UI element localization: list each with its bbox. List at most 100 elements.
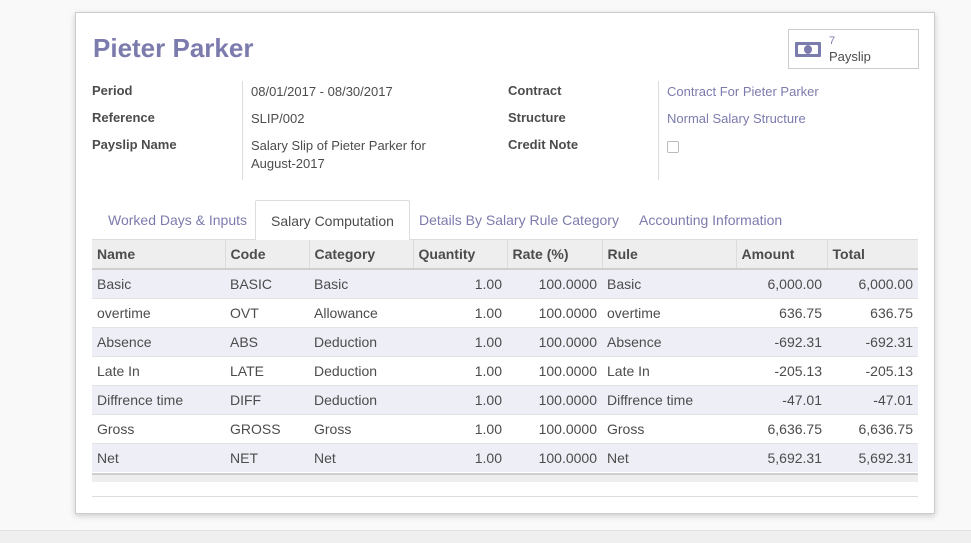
cell-total: 636.75 (827, 297, 918, 327)
cell-rate: 100.0000 (507, 268, 602, 298)
payslip-count-button[interactable]: 7 Payslip (788, 29, 919, 69)
cell-amount: -205.13 (736, 355, 827, 385)
cell-amount: 5,692.31 (736, 442, 827, 472)
cell-code: LATE (225, 355, 309, 385)
column-header-quantity[interactable]: Quantity (413, 240, 508, 270)
structure-label: Structure (508, 110, 566, 125)
cell-amount: 636.75 (736, 297, 827, 327)
cell-total: 6,000.00 (827, 268, 918, 298)
table-row[interactable]: Basic BASIC Basic 1.00 100.0000 Basic 6,000.00… (92, 268, 918, 298)
tab-accounting-information[interactable]: Accounting Information (639, 200, 782, 240)
cell-total: -205.13 (827, 355, 918, 385)
cell-quantity: 1.00 (413, 442, 507, 472)
cell-quantity: 1.00 (413, 268, 507, 298)
cell-rate: 100.0000 (507, 442, 602, 472)
notebook-tabs: Worked Days & Inputs Salary Computation … (92, 200, 918, 241)
cell-quantity: 1.00 (413, 413, 507, 443)
cell-rule: Late In (602, 355, 736, 385)
field-separator-right (658, 81, 659, 180)
tab-worked-days-inputs[interactable]: Worked Days & Inputs (108, 200, 247, 240)
cell-quantity: 1.00 (413, 326, 507, 356)
cell-name: Net (92, 442, 225, 472)
cell-rate: 100.0000 (507, 355, 602, 385)
cell-quantity: 1.00 (413, 384, 507, 414)
cell-category: Allowance (309, 297, 413, 327)
column-header-name[interactable]: Name (92, 240, 226, 270)
cell-category: Gross (309, 413, 413, 443)
cell-name: Basic (92, 268, 225, 298)
column-header-category[interactable]: Category (309, 240, 414, 270)
cell-rule: Basic (602, 268, 736, 298)
cell-total: 5,692.31 (827, 442, 918, 472)
cell-category: Deduction (309, 355, 413, 385)
payslip-count-label: Payslip (829, 49, 871, 64)
cell-quantity: 1.00 (413, 297, 507, 327)
payslip-name-label: Payslip Name (92, 137, 177, 152)
bottom-strip (0, 530, 971, 543)
cell-rule: Absence (602, 326, 736, 356)
cell-rule: Net (602, 442, 736, 472)
cell-code: ABS (225, 326, 309, 356)
cell-name: overtime (92, 297, 225, 327)
column-header-rule[interactable]: Rule (602, 240, 737, 270)
column-header-rate[interactable]: Rate (%) (507, 240, 603, 270)
table-row[interactable]: Late In LATE Deduction 1.00 100.0000 Late In -… (92, 355, 918, 385)
credit-note-checkbox[interactable] (667, 141, 679, 153)
table-row[interactable]: Net NET Net 1.00 100.0000 Net 5,692.31 5,692.31 (92, 442, 918, 472)
payslip-name-value-line1: Salary Slip of Pieter Parker for (251, 138, 426, 153)
cell-rule: Diffrence time (602, 384, 736, 414)
credit-note-label: Credit Note (508, 137, 579, 152)
table-row[interactable]: Diffrence time DIFF Deduction 1.00 100.0000 D… (92, 384, 918, 414)
cell-name: Absence (92, 326, 225, 356)
cell-rule: Gross (602, 413, 736, 443)
field-separator-left (242, 81, 243, 180)
cell-code: DIFF (225, 384, 309, 414)
period-value: 08/01/2017 - 08/30/2017 (251, 84, 393, 99)
table-row[interactable]: Gross GROSS Gross 1.00 100.0000 Gross 6,636.75… (92, 413, 918, 443)
cell-total: -692.31 (827, 326, 918, 356)
divider (92, 496, 918, 497)
cell-rate: 100.0000 (507, 326, 602, 356)
cell-code: NET (225, 442, 309, 472)
salary-computation-table: Name Code Category Quantity Rate (%) Rul… (92, 240, 918, 472)
column-header-total[interactable]: Total (827, 240, 918, 270)
cell-code: BASIC (225, 268, 309, 298)
cell-category: Deduction (309, 326, 413, 356)
contract-label: Contract (508, 83, 562, 98)
tab-details-by-salary-rule-category[interactable]: Details By Salary Rule Category (419, 200, 619, 240)
record-title: Pieter Parker (93, 33, 254, 63)
cell-category: Basic (309, 268, 413, 298)
cell-rate: 100.0000 (507, 413, 602, 443)
cell-code: OVT (225, 297, 309, 327)
cell-rule: overtime (602, 297, 736, 327)
cell-name: Late In (92, 355, 225, 385)
cell-amount: 6,636.75 (736, 413, 827, 443)
cell-total: 6,636.75 (827, 413, 918, 443)
cell-amount: -47.01 (736, 384, 827, 414)
money-icon (795, 42, 821, 57)
payslip-name-value-line2: August-2017 (251, 156, 325, 171)
contract-link[interactable]: Contract For Pieter Parker (667, 83, 819, 101)
table-header-row: Name Code Category Quantity Rate (%) Rul… (92, 240, 918, 270)
cell-category: Net (309, 442, 413, 472)
table-body: Basic BASIC Basic 1.00 100.0000 Basic 6,000.00… (92, 268, 918, 472)
payslip-form-sheet: Pieter Parker 7 Payslip Period Reference… (75, 12, 935, 514)
column-header-amount[interactable]: Amount (736, 240, 828, 270)
table-row[interactable]: overtime OVT Allowance 1.00 100.0000 overtime… (92, 297, 918, 327)
table-row[interactable]: Absence ABS Deduction 1.00 100.0000 Absence -6… (92, 326, 918, 356)
cell-amount: -692.31 (736, 326, 827, 356)
cell-total: -47.01 (827, 384, 918, 414)
tab-salary-computation[interactable]: Salary Computation (255, 200, 410, 241)
cell-quantity: 1.00 (413, 355, 507, 385)
column-header-code[interactable]: Code (225, 240, 310, 270)
cell-category: Deduction (309, 384, 413, 414)
reference-value: SLIP/002 (251, 111, 305, 126)
cell-rate: 100.0000 (507, 384, 602, 414)
reference-label: Reference (92, 110, 155, 125)
cell-rate: 100.0000 (507, 297, 602, 327)
cell-name: Gross (92, 413, 225, 443)
cell-amount: 6,000.00 (736, 268, 827, 298)
period-label: Period (92, 83, 133, 98)
structure-link[interactable]: Normal Salary Structure (667, 110, 806, 128)
cell-name: Diffrence time (92, 384, 225, 414)
